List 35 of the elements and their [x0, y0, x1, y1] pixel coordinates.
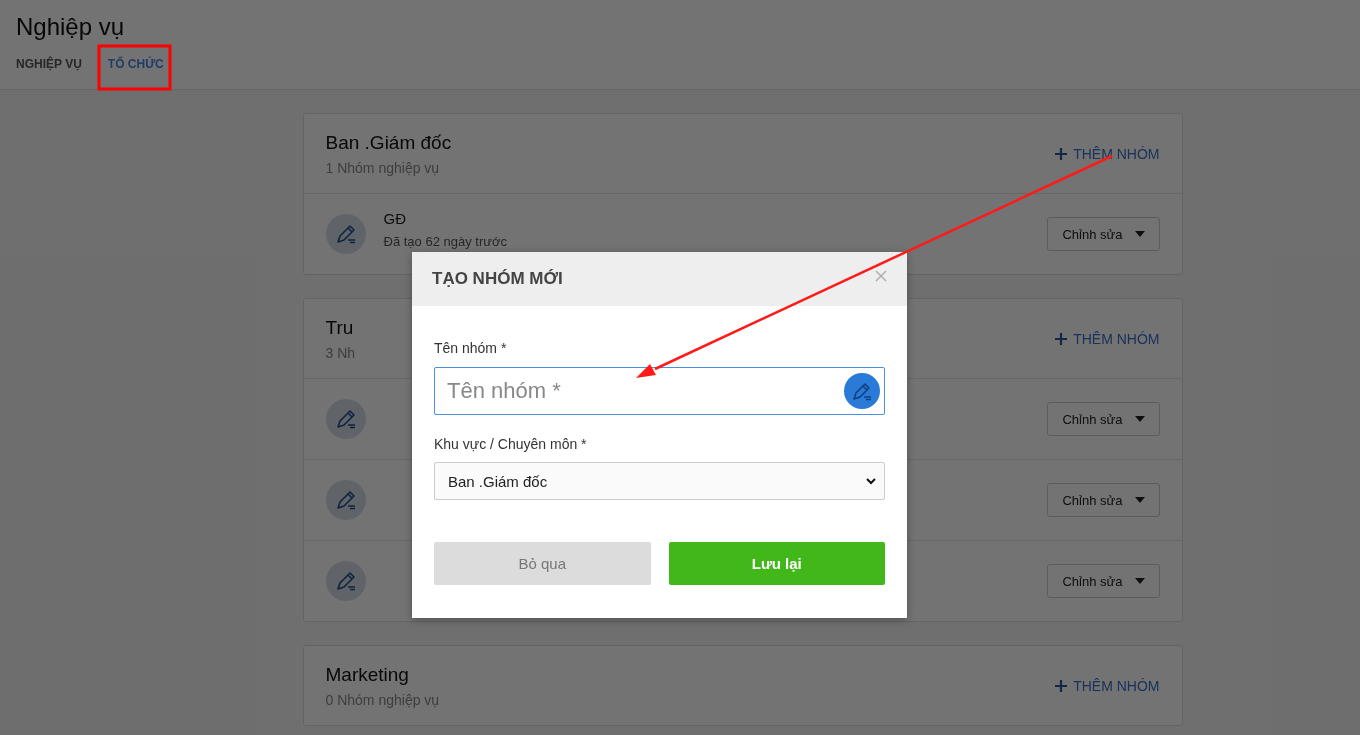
- plus-icon: [1055, 332, 1068, 345]
- page-title: Nghiệp vụ: [16, 12, 126, 41]
- pencil-avatar-icon: [325, 561, 366, 601]
- dialog-title: TẠO NHÓM MỚI: [432, 269, 563, 289]
- cancel-button[interactable]: Bỏ qua: [434, 542, 651, 585]
- field-label: Khu vực / Chuyên môn *: [434, 436, 588, 452]
- chevron-down-icon: [866, 477, 876, 485]
- caret-icon: [1134, 231, 1145, 237]
- pencil-avatar-icon: [325, 214, 366, 254]
- pencil-icon[interactable]: [844, 373, 880, 409]
- tab[interactable]: TỔ CHỨC: [107, 53, 164, 75]
- edit-dropdown-button[interactable]: Chỉnh sửa: [1047, 402, 1160, 436]
- caret-icon: [1134, 416, 1145, 422]
- caret-icon: [1134, 578, 1145, 584]
- edit-dropdown-button[interactable]: Chỉnh sửa: [1047, 483, 1160, 517]
- group-name: GĐ: [383, 209, 407, 227]
- add-group-button[interactable]: THÊM NHÓM: [1055, 145, 1160, 162]
- department-name: Ban .Giám đốc: [325, 131, 452, 154]
- save-button[interactable]: Lưu lại: [668, 542, 885, 585]
- created-date: Đã tạo 62 ngày trước: [383, 233, 508, 249]
- plus-icon: [1055, 679, 1068, 692]
- name-input-field[interactable]: Tên nhóm *: [434, 367, 885, 415]
- department-name: Tru: [325, 316, 355, 339]
- edit-dropdown-button[interactable]: Chỉnh sửa: [1047, 564, 1160, 598]
- add-group-button[interactable]: THÊM NHÓM: [1055, 330, 1160, 347]
- department-name: Marketing: [325, 663, 410, 686]
- field-label: Tên nhóm *: [434, 340, 508, 356]
- pencil-avatar-icon: [325, 480, 366, 520]
- caret-icon: [1134, 497, 1145, 503]
- plus-icon: [1055, 147, 1068, 160]
- add-group-button[interactable]: THÊM NHÓM: [1055, 677, 1160, 694]
- edit-dropdown-button[interactable]: Chỉnh sửa: [1047, 217, 1160, 251]
- pencil-avatar-icon: [325, 399, 366, 439]
- tab[interactable]: NGHIỆP VỤ: [16, 53, 82, 75]
- area-select[interactable]: Ban .Giám đốc: [434, 462, 885, 500]
